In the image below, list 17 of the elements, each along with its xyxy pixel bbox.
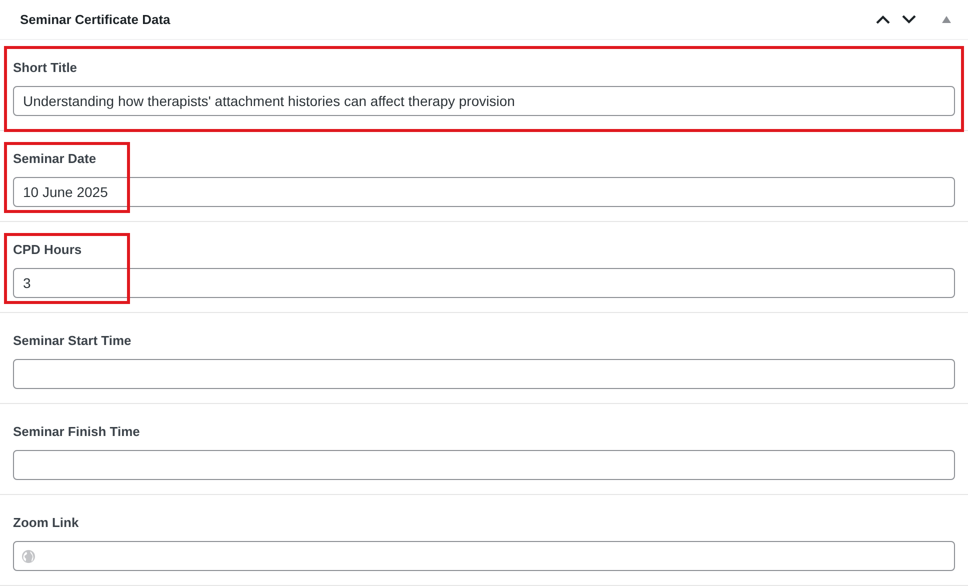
text-field[interactable]: [13, 359, 955, 389]
field-label: Zoom Link: [13, 515, 79, 531]
chevron-down-icon: [902, 15, 916, 24]
panel-title: Seminar Certificate Data: [20, 10, 172, 29]
text-field[interactable]: [13, 450, 955, 480]
field-label: Seminar Finish Time: [13, 424, 140, 440]
field-label: Short Title: [13, 60, 78, 76]
field-label: CPD Hours: [13, 242, 82, 258]
globe-icon: [22, 550, 35, 563]
triangle-icon: [942, 16, 950, 23]
field-label: Seminar Date: [13, 151, 96, 167]
text-field[interactable]: Understanding how therapists' attachment histories can affect therapy provision: [13, 86, 955, 116]
chevron-up-icon: [876, 15, 890, 24]
field-label: Seminar Start Time: [13, 333, 132, 349]
text-field[interactable]: 3: [13, 268, 955, 298]
text-field[interactable]: 10 June 2025: [13, 177, 955, 207]
text-field[interactable]: [13, 541, 955, 571]
